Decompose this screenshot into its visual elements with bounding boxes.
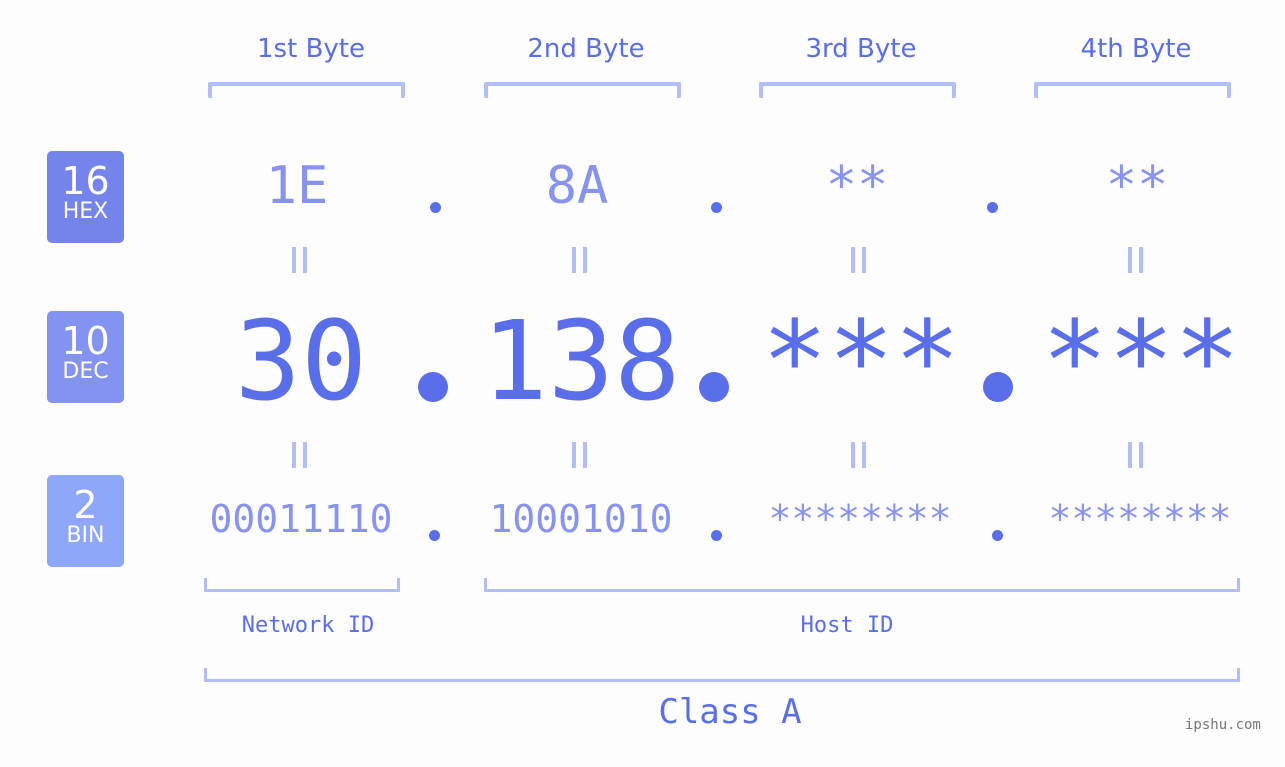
class-label: Class A <box>658 692 802 732</box>
hex-dot-1 <box>430 202 441 213</box>
byte-label-2: 2nd Byte <box>527 34 645 64</box>
hex-byte-2: 8A <box>545 156 609 216</box>
bin-byte-3: ******** <box>768 497 952 541</box>
bin-dot-3 <box>992 530 1003 541</box>
watermark: ipshu.com <box>1185 717 1261 733</box>
equals-icon <box>851 442 867 468</box>
dec-byte-2: 138 <box>481 297 681 425</box>
dec-dot-2 <box>699 372 729 402</box>
dec-badge: 10 DEC <box>47 311 124 403</box>
hex-byte-1: 1E <box>265 156 329 216</box>
byte-bracket-4 <box>1034 82 1231 98</box>
equals-icon <box>572 442 588 468</box>
hex-byte-4: ** <box>1105 156 1169 216</box>
dec-byte-1: 30 <box>234 297 368 425</box>
bin-dot-2 <box>711 530 722 541</box>
byte-label-1: 1st Byte <box>257 34 365 64</box>
equals-icon <box>1128 442 1144 468</box>
bin-base-label: BIN <box>66 523 105 548</box>
equals-icon <box>851 247 867 273</box>
dec-byte-3: *** <box>761 297 961 425</box>
hex-byte-3: ** <box>825 156 889 216</box>
dec-base-number: 10 <box>61 319 110 363</box>
hex-badge: 16 HEX <box>47 151 124 243</box>
class-bracket <box>204 668 1240 682</box>
byte-label-3: 3rd Byte <box>805 34 917 64</box>
hex-base-label: HEX <box>62 199 109 224</box>
network-id-label: Network ID <box>241 613 375 638</box>
equals-icon <box>1128 247 1144 273</box>
network-id-bracket <box>204 578 400 592</box>
bin-dot-1 <box>429 530 440 541</box>
dec-base-label: DEC <box>62 359 109 384</box>
hex-dot-2 <box>711 202 722 213</box>
byte-bracket-1 <box>208 82 405 98</box>
byte-bracket-2 <box>484 82 681 98</box>
host-id-label: Host ID <box>800 613 894 638</box>
bin-byte-2: 10001010 <box>489 497 673 541</box>
equals-icon <box>292 247 308 273</box>
equals-icon <box>572 247 588 273</box>
equals-icon <box>292 442 308 468</box>
bin-byte-1: 00011110 <box>209 497 393 541</box>
host-id-bracket <box>484 578 1240 592</box>
hex-base-number: 16 <box>61 159 110 203</box>
dec-byte-4: *** <box>1041 297 1241 425</box>
bin-badge: 2 BIN <box>47 475 124 567</box>
byte-bracket-3 <box>759 82 956 98</box>
byte-label-4: 4th Byte <box>1080 34 1192 64</box>
dec-dot-3 <box>983 372 1013 402</box>
hex-dot-3 <box>987 202 998 213</box>
bin-byte-4: ******** <box>1048 497 1232 541</box>
dec-dot-1 <box>418 372 448 402</box>
bin-base-number: 2 <box>73 483 98 527</box>
